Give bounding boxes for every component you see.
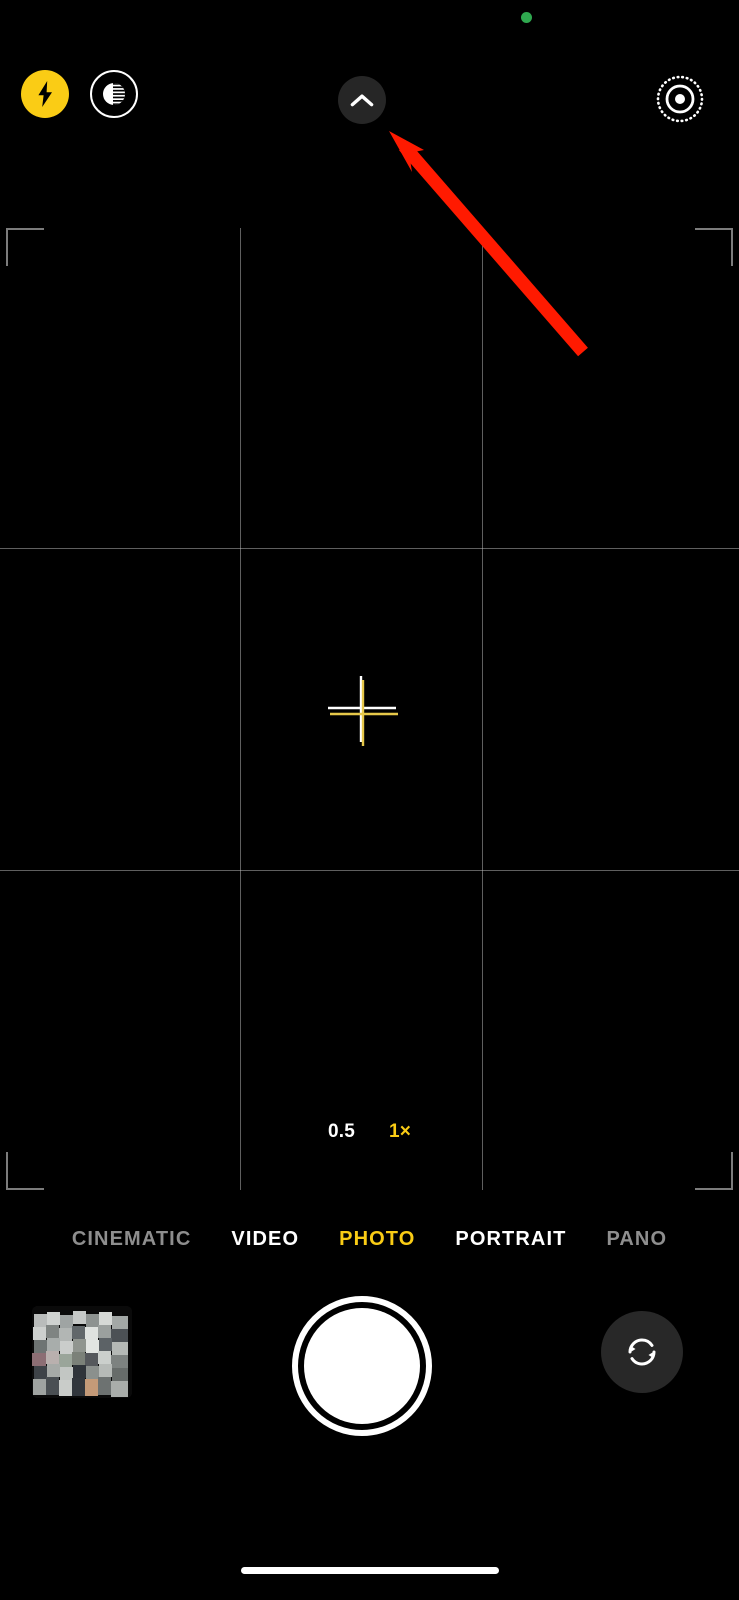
more-options-button[interactable] [338,76,386,124]
home-indicator [240,1567,499,1574]
green-dot-icon [521,12,532,23]
live-photo-target-icon [655,74,705,124]
camera-screen: 0.5 1× CINEMATIC VIDEO PHOTO PORTRAIT PA… [0,0,739,1600]
mode-video[interactable]: VIDEO [231,1229,299,1249]
flash-bolt-icon [34,80,56,108]
frame-corner-bottom-right [695,1152,733,1190]
frame-corner-top-right [695,228,733,266]
zoom-option-0_5[interactable]: 0.5 [328,1122,355,1141]
live-photo-striped-icon [99,79,129,109]
gallery-thumbnail-button[interactable] [32,1306,132,1398]
mode-cinematic[interactable]: CINEMATIC [72,1229,192,1249]
zoom-option-1x[interactable]: 1× [389,1122,411,1141]
frame-corner-top-left [6,228,44,266]
level-crosshair-icon [320,672,404,750]
zoom-selector: 0.5 1× [0,1114,739,1148]
shutter-button[interactable] [292,1296,432,1436]
shutter-button-icon [304,1308,420,1424]
flip-camera-button[interactable] [601,1311,683,1393]
grid-line-horizontal-1 [0,548,739,549]
frame-corner-bottom-left [6,1152,44,1190]
camera-flip-icon [621,1331,663,1373]
mode-pano[interactable]: PANO [606,1229,667,1249]
mode-portrait[interactable]: PORTRAIT [455,1229,566,1249]
grid-line-horizontal-2 [0,870,739,871]
grid-line-vertical-2 [482,228,483,1190]
grid-line-vertical-1 [240,228,241,1190]
flash-toggle-button[interactable] [21,70,69,118]
mode-photo[interactable]: PHOTO [339,1229,415,1249]
live-photo-toggle-button[interactable] [90,70,138,118]
mode-selector: CINEMATIC VIDEO PHOTO PORTRAIT PANO [0,1222,739,1256]
photo-thumbnail-icon [32,1306,132,1398]
chevron-up-icon [350,92,374,108]
live-photo-status-indicator[interactable] [655,74,705,124]
